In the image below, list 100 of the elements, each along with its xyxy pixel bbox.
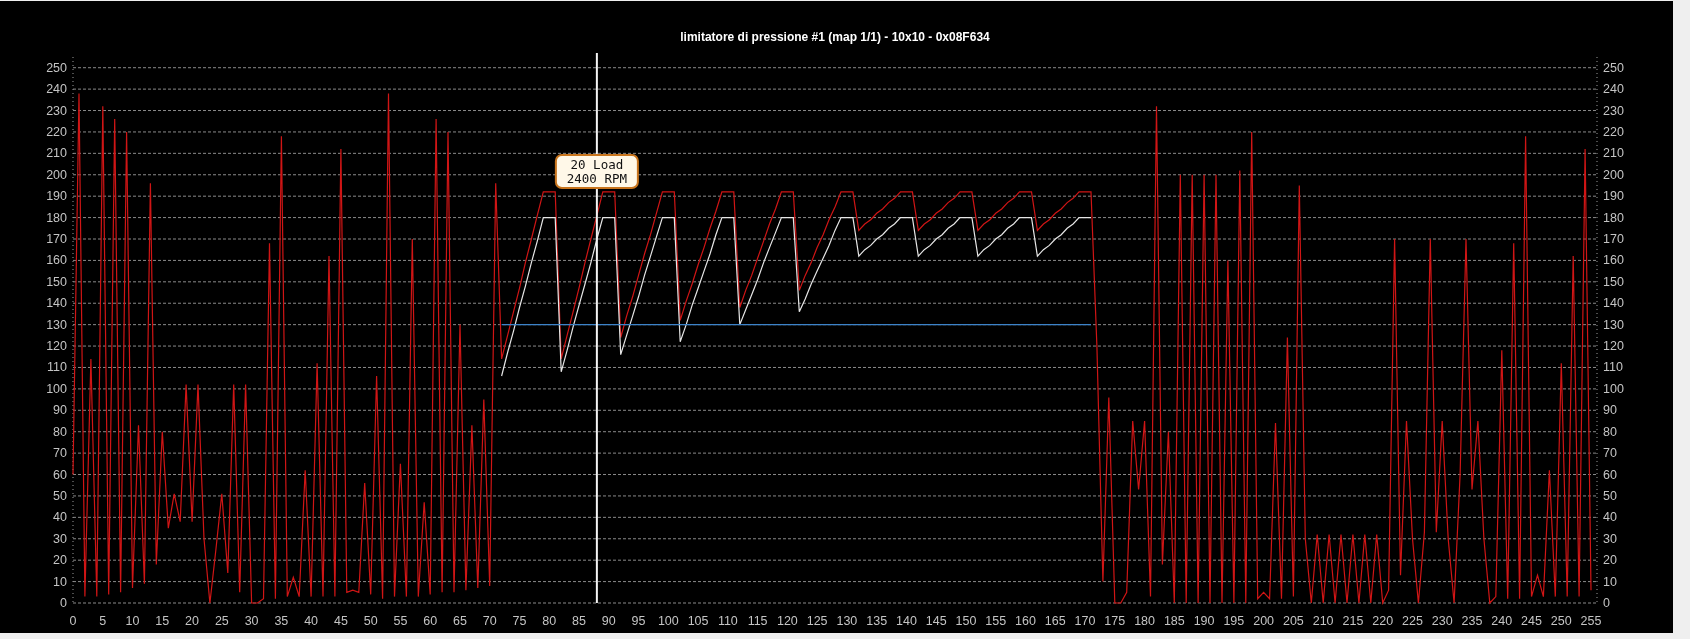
y-tick-label: 80 [1603, 424, 1617, 439]
y-tick-label: 230 [1603, 103, 1624, 118]
x-tick-label: 135 [866, 614, 888, 628]
x-tick-label: 15 [155, 614, 170, 628]
x-tick-label: 105 [687, 614, 709, 628]
y-tick-label: 160 [46, 253, 67, 268]
x-tick-label: 30 [244, 614, 259, 628]
x-tick-label: 25 [214, 614, 229, 628]
y-tick-label: 160 [1603, 253, 1624, 268]
y-tick-label: 130 [46, 317, 67, 332]
y-tick-label: 220 [46, 124, 67, 139]
x-tick-label: 200 [1253, 614, 1275, 628]
y-tick-label: 70 [1603, 446, 1617, 461]
y-tick-label: 200 [1603, 167, 1624, 182]
x-tick-label: 220 [1372, 614, 1394, 628]
y-tick-label: 230 [46, 103, 67, 118]
y-tick-label: 90 [53, 403, 67, 418]
y-tick-label: 10 [53, 574, 67, 589]
y-tick-label: 200 [46, 167, 67, 182]
y-tick-label: 80 [53, 424, 67, 439]
y-tick-label: 210 [1603, 146, 1624, 161]
x-tick-label: 70 [482, 614, 497, 628]
x-tick-label: 0 [69, 614, 77, 628]
x-tick-label: 80 [542, 614, 557, 628]
x-tick-label: 225 [1402, 614, 1423, 628]
y-tick-label: 130 [1603, 317, 1624, 332]
x-tick-label: 175 [1104, 614, 1126, 628]
y-tick-label: 100 [1603, 381, 1624, 396]
y-tick-label: 120 [46, 339, 67, 354]
y-tick-label: 90 [1603, 403, 1617, 418]
x-tick-label: 245 [1521, 614, 1542, 628]
x-tick-label: 235 [1461, 614, 1483, 628]
y-tick-label: 110 [1603, 360, 1623, 375]
x-tick-label: 165 [1044, 614, 1066, 628]
x-tick-label: 10 [125, 614, 140, 628]
x-tick-label: 55 [393, 614, 408, 628]
y-tick-label: 140 [46, 296, 67, 311]
y-tick-label: 50 [1603, 488, 1617, 503]
y-tick-label: 170 [46, 232, 67, 246]
y-tick-label: 40 [53, 510, 67, 525]
x-tick-label: 255 [1580, 614, 1602, 628]
y-tick-label: 50 [53, 488, 67, 503]
x-tick-label: 150 [955, 614, 977, 628]
x-tick-label: 140 [896, 614, 917, 628]
y-tick-label: 190 [46, 189, 67, 204]
y-tick-label: 150 [1603, 274, 1624, 289]
y-tick-label: 170 [1603, 232, 1624, 246]
x-tick-label: 60 [423, 614, 438, 628]
y-tick-label: 30 [1603, 531, 1617, 546]
x-tick-label: 20 [185, 614, 199, 628]
y-tick-label: 120 [1603, 339, 1624, 354]
x-tick-label: 125 [806, 614, 828, 628]
x-tick-label: 85 [572, 614, 586, 628]
y-tick-label: 40 [1603, 510, 1617, 525]
y-tick-label: 240 [1603, 82, 1624, 97]
x-tick-label: 185 [1163, 614, 1185, 628]
y-tick-label: 250 [1603, 60, 1624, 75]
y-tick-label: 180 [1603, 210, 1624, 225]
x-tick-label: 205 [1282, 614, 1304, 628]
y-tick-label: 240 [46, 82, 67, 97]
y-tick-label: 0 [1603, 596, 1610, 610]
chart-title: limitatore di pressione #1 (map 1/1) - 10x10 - 0x08F634 [680, 30, 990, 44]
x-tick-label: 210 [1312, 614, 1334, 628]
annotation: 20 Load 2400 RPM [566, 157, 627, 186]
x-tick-label: 195 [1223, 614, 1245, 628]
x-tick-label: 155 [985, 614, 1007, 628]
y-tick-label: 70 [53, 446, 67, 461]
x-tick-label: 5 [99, 614, 107, 628]
y-tick-label: 210 [46, 146, 67, 161]
x-tick-label: 50 [363, 614, 378, 628]
x-tick-label: 230 [1431, 614, 1453, 628]
x-tick-label: 190 [1193, 614, 1215, 628]
x-tick-label: 100 [657, 614, 679, 628]
x-tick-label: 130 [836, 614, 858, 628]
x-tick-label: 120 [776, 614, 798, 628]
y-tick-label: 20 [53, 553, 67, 568]
y-tick-label: 10 [1603, 574, 1617, 589]
y-tick-label: 30 [53, 531, 67, 546]
x-tick-label: 35 [274, 614, 289, 628]
y-tick-label: 180 [46, 210, 67, 225]
x-tick-label: 170 [1074, 614, 1096, 628]
x-tick-label: 145 [925, 614, 947, 628]
x-tick-label: 240 [1491, 614, 1513, 628]
y-tick-label: 110 [47, 360, 67, 375]
y-tick-label: 0 [60, 596, 67, 610]
x-tick-label: 215 [1342, 614, 1364, 628]
y-tick-label: 140 [1603, 296, 1624, 311]
y-tick-label: 60 [1603, 467, 1617, 482]
x-tick-label: 40 [304, 614, 319, 628]
y-tick-label: 190 [1603, 189, 1624, 204]
y-tick-label: 60 [53, 467, 67, 482]
y-tick-label: 100 [46, 381, 67, 396]
x-tick-label: 110 [717, 614, 738, 628]
x-tick-label: 250 [1550, 614, 1572, 628]
x-tick-label: 90 [601, 614, 616, 628]
y-tick-label: 220 [1603, 124, 1624, 139]
x-tick-label: 180 [1134, 614, 1155, 628]
x-tick-label: 45 [333, 614, 348, 628]
cursor-tooltip: 20 Load 2400 RPM [554, 154, 639, 189]
x-tick-label: 95 [631, 614, 646, 628]
